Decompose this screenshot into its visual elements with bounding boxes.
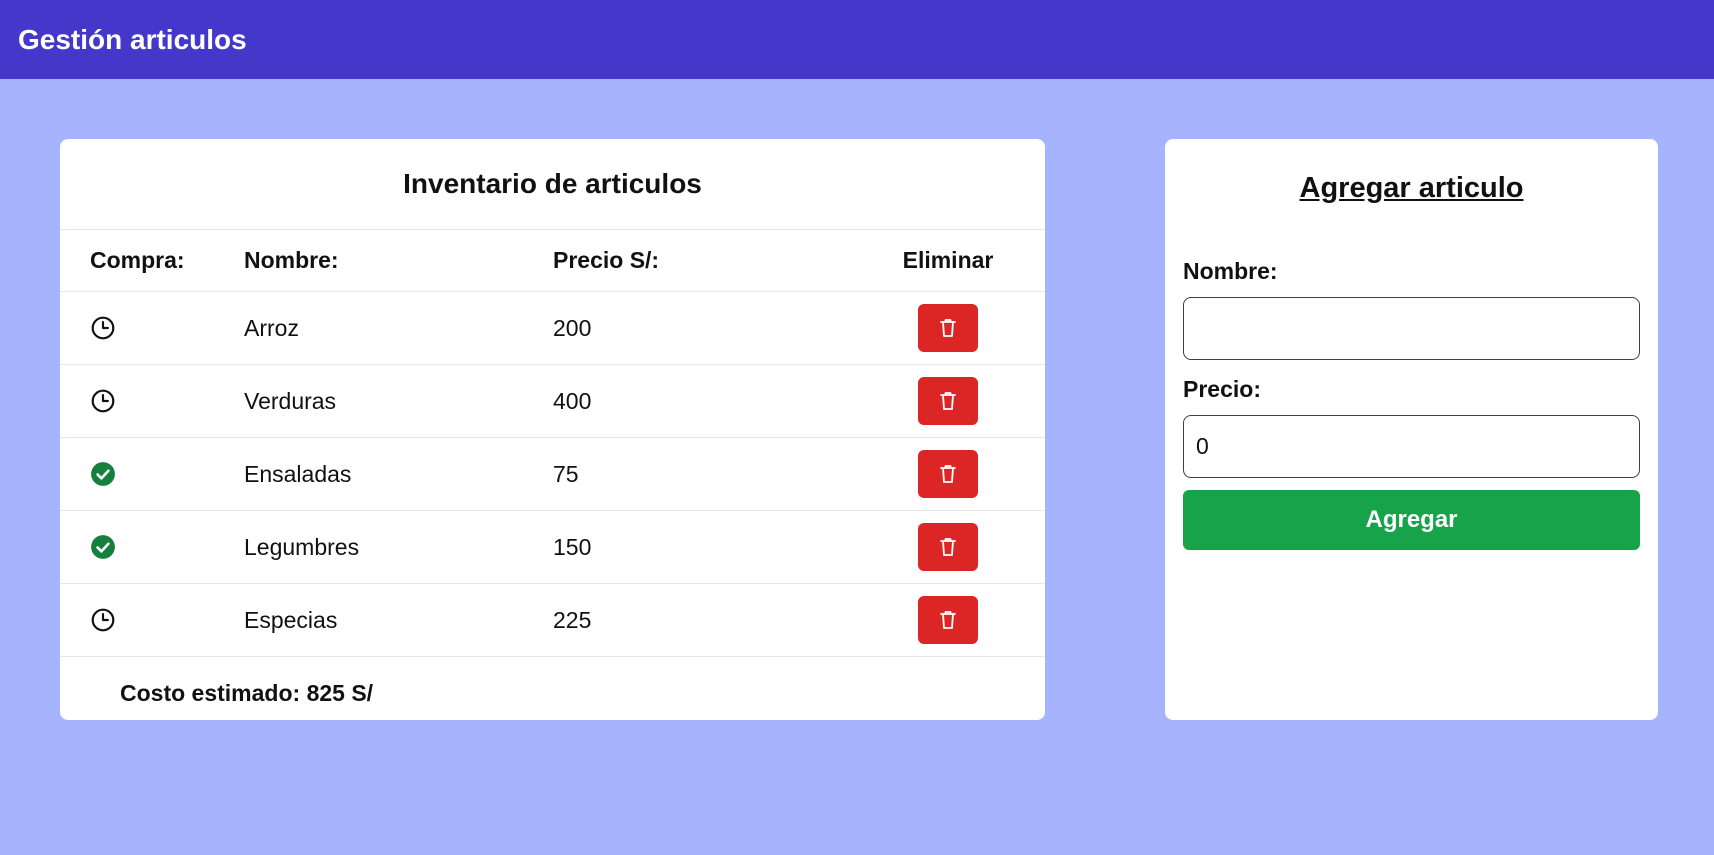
check-circle-icon[interactable] [90,534,116,560]
clock-icon[interactable] [90,388,116,414]
item-price: 200 [553,314,592,341]
table-row: Verduras 400 [60,365,1045,438]
precio-label: Precio: [1183,376,1261,402]
add-article-title: Agregar articulo [1299,172,1524,204]
trash-icon [940,611,956,629]
column-header-compra: Compra: [90,247,185,273]
precio-input[interactable] [1183,415,1640,478]
item-price: 75 [553,460,579,487]
table-header-row: Compra: Nombre: Precio S/: Eliminar [60,230,1045,292]
delete-button[interactable] [918,596,978,644]
add-button[interactable]: Agregar [1183,490,1640,550]
column-header-eliminar: Eliminar [902,247,994,273]
item-price: 400 [553,387,592,414]
item-name: Ensaladas [244,460,352,487]
column-header-nombre: Nombre: [244,247,339,273]
item-price: 150 [553,533,592,560]
item-price: 225 [553,606,592,633]
trash-icon [940,319,956,337]
table-row: Arroz 200 [60,292,1045,365]
app-title: Gestión articulos [18,23,247,55]
inventory-title: Inventario de articulos [60,139,1045,230]
item-name: Verduras [244,387,337,414]
check-circle-icon[interactable] [90,461,116,487]
table-row: Ensaladas 75 [60,438,1045,511]
nombre-label: Nombre: [1183,258,1278,284]
app-header: Gestión articulos [0,0,1714,79]
table-row: Especias 225 [60,584,1045,657]
delete-button[interactable] [918,523,978,571]
item-name: Arroz [244,314,299,341]
trash-icon [940,392,956,410]
trash-icon [940,538,956,556]
nombre-input[interactable] [1183,297,1640,360]
clock-icon[interactable] [90,607,116,633]
item-name: Legumbres [244,533,360,560]
estimated-cost: Costo estimado: 825 S/ [120,680,374,706]
delete-button[interactable] [918,450,978,498]
column-header-precio: Precio S/: [553,247,660,273]
delete-button[interactable] [918,304,978,352]
add-article-card: Agregar articulo Nombre: Precio: Agregar [1165,139,1658,720]
table-row: Legumbres 150 [60,511,1045,584]
item-name: Especias [244,606,338,633]
clock-icon[interactable] [90,315,116,341]
delete-button[interactable] [918,377,978,425]
inventory-card: Inventario de articulos Compra: Nombre: … [60,139,1045,720]
trash-icon [940,465,956,483]
